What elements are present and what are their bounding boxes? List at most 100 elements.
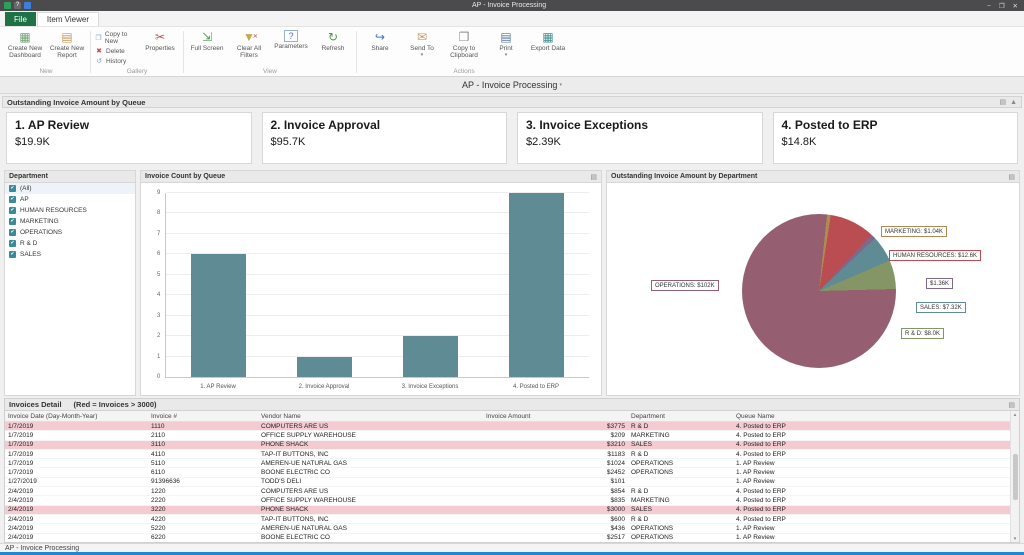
table-cell: 6110 — [148, 469, 258, 476]
filter-item-label: SALES — [20, 251, 41, 258]
card-posted-to-erp[interactable]: 4. Posted to ERP $14.8K — [773, 112, 1019, 164]
table-row[interactable]: 1/7/20191110COMPUTERS ARE US$3775R & D4.… — [5, 422, 1019, 431]
grid-vertical-scrollbar[interactable]: ▲ ▼ — [1010, 411, 1019, 542]
minimize-button[interactable]: – — [987, 2, 991, 9]
y-axis-tick: 3 — [157, 313, 160, 319]
button-label: Parameters — [274, 43, 308, 50]
bar-slot — [483, 193, 589, 377]
table-cell: 4. Posted to ERP — [733, 488, 1019, 495]
card-invoice-approval[interactable]: 2. Invoice Approval $95.7K — [262, 112, 508, 164]
bar-3-invoice-exceptions[interactable] — [403, 336, 458, 377]
checkbox-icon[interactable]: ✔ — [9, 207, 16, 214]
table-cell: AMEREN-UE NATURAL GAS — [258, 525, 483, 532]
table-cell: 2110 — [148, 432, 258, 439]
table-cell: $1024 — [483, 460, 628, 467]
full-screen-button[interactable]: ⇲ Full Screen — [186, 28, 228, 67]
print-button[interactable]: ▤ Print ▾ — [485, 28, 527, 67]
properties-button[interactable]: ✂ Properties — [139, 28, 181, 67]
table-row[interactable]: 2/4/20192220OFFICE SUPPLY WAREHOUSE$835M… — [5, 496, 1019, 505]
scroll-down-icon[interactable]: ▼ — [1013, 536, 1017, 541]
table-cell: 2/4/2019 — [5, 488, 148, 495]
pie-label-sales: SALES: $7.32K — [916, 302, 966, 313]
table-row[interactable]: 1/7/20194110TAP-IT BUTTONS, INC$1183R & … — [5, 450, 1019, 459]
invoices-detail-panel: Invoices Detail (Red = Invoices > 3000) … — [4, 398, 1020, 543]
table-row[interactable]: 1/7/20192110OFFICE SUPPLY WAREHOUSE$209M… — [5, 431, 1019, 440]
refresh-button[interactable]: ↻ Refresh — [312, 28, 354, 67]
filter-item-human-resources[interactable]: ✔HUMAN RESOURCES — [5, 205, 135, 216]
tab-item-viewer[interactable]: Item Viewer — [37, 12, 99, 26]
filter-item-sales[interactable]: ✔ SALES — [5, 249, 135, 260]
table-cell: OFFICE SUPPLY WAREHOUSE — [258, 432, 483, 439]
table-row[interactable]: 2/4/20195220AMEREN-UE NATURAL GAS$436OPE… — [5, 524, 1019, 533]
copy-to-new-button[interactable]: ❐ Copy to New — [93, 31, 139, 45]
history-button[interactable]: ↺ History — [93, 57, 139, 65]
close-button[interactable]: ✕ — [1013, 2, 1018, 10]
filter-item-ap[interactable]: ✔AP — [5, 194, 135, 205]
table-cell: 6220 — [148, 534, 258, 541]
table-cell: 2220 — [148, 497, 258, 504]
dashboard-selector-caret-icon[interactable]: ▾ — [559, 82, 562, 88]
checkbox-icon[interactable]: ✔ — [9, 251, 16, 258]
scroll-up-icon[interactable]: ▲ — [1013, 412, 1017, 417]
maximize-button[interactable]: ❐ — [999, 2, 1005, 10]
table-row[interactable]: 2/4/20194220TAP-IT BUTTONS, INC$600R & D… — [5, 515, 1019, 524]
bar-4-posted-to-erp[interactable] — [509, 193, 564, 377]
delete-icon: ✖ — [95, 47, 103, 55]
column-header-invoice[interactable]: Invoice # — [148, 413, 258, 420]
filter-item-all[interactable]: ✔(All) — [5, 183, 135, 194]
create-new-report-button[interactable]: ▤ Create New Report — [46, 28, 88, 67]
table-cell: 4110 — [148, 451, 258, 458]
tab-file[interactable]: File — [5, 12, 36, 26]
table-row[interactable]: 2/4/20191220COMPUTERS ARE US$854R & D4. … — [5, 487, 1019, 496]
parameters-button[interactable]: ? Parameters — [270, 28, 312, 67]
bar-2-invoice-approval[interactable] — [297, 357, 352, 377]
table-row[interactable]: 2/4/20196220BOONE ELECTRIC CO$2517OPERAT… — [5, 534, 1019, 543]
filter-item-r-d[interactable]: ✔R & D — [5, 238, 135, 249]
column-header-department[interactable]: Department — [628, 413, 733, 420]
export-to-icon[interactable]: ▤ — [1008, 173, 1015, 181]
send-to-button[interactable]: ✉ Send To ▾ — [401, 28, 443, 67]
create-new-dashboard-button[interactable]: ▦ Create New Dashboard — [4, 28, 46, 67]
filter-item-marketing[interactable]: ✔MARKETING — [5, 216, 135, 227]
filter-item-operations[interactable]: ✔OPERATIONS — [5, 227, 135, 238]
export-to-icon[interactable]: ▤ — [1008, 401, 1015, 409]
column-header-vendor-name[interactable]: Vendor Name — [258, 413, 483, 420]
card-title: 4. Posted to ERP — [782, 118, 1010, 132]
table-row[interactable]: 1/7/20195110AMEREN-UE NATURAL GAS$1024OP… — [5, 459, 1019, 468]
table-row[interactable]: 1/7/20196110BOONE ELECTRIC CO$2452OPERAT… — [5, 468, 1019, 477]
card-invoice-exceptions[interactable]: 3. Invoice Exceptions $2.39K — [517, 112, 763, 164]
share-button[interactable]: ↪ Share — [359, 28, 401, 67]
table-cell: MARKETING — [628, 432, 733, 439]
table-row[interactable]: 1/7/20193110PHONE SHACK$3210SALES4. Post… — [5, 441, 1019, 450]
maximize-panel-icon[interactable]: ▲ — [1010, 99, 1017, 106]
table-cell: $1183 — [483, 451, 628, 458]
invoice-count-panel: Invoice Count by Queue ▤ 0123456789 1. A… — [140, 170, 602, 396]
table-cell: $3210 — [483, 441, 628, 448]
checkbox-icon[interactable]: ✔ — [9, 196, 16, 203]
table-row[interactable]: 2/4/20193220PHONE SHACK$3000SALES4. Post… — [5, 506, 1019, 515]
checkbox-icon[interactable]: ✔ — [9, 185, 16, 192]
scrollbar-thumb[interactable] — [1013, 454, 1018, 500]
pie-chart[interactable] — [742, 214, 896, 368]
dashboard-title-bar[interactable]: AP - Invoice Processing▾ — [0, 77, 1024, 94]
export-data-button[interactable]: ▦ Export Data — [527, 28, 569, 67]
export-to-icon[interactable]: ▤ — [590, 173, 597, 181]
checkbox-icon[interactable]: ✔ — [9, 240, 16, 247]
table-cell: 4. Posted to ERP — [733, 451, 1019, 458]
column-header-invoice-date-day-month-year[interactable]: Invoice Date (Day-Month-Year) — [5, 413, 148, 420]
column-header-invoice-amount[interactable]: Invoice Amount — [483, 413, 628, 420]
grid-title: Invoices Detail — [9, 400, 62, 409]
clear-all-filters-button[interactable]: ▼✕ Clear All Filters — [228, 28, 270, 67]
checkbox-icon[interactable]: ✔ — [9, 229, 16, 236]
bar-1-ap-review[interactable] — [191, 254, 246, 377]
copy-to-clipboard-button[interactable]: ❐ Copy to Clipboard — [443, 28, 485, 67]
checkbox-icon[interactable]: ✔ — [9, 218, 16, 225]
card-value: $95.7K — [271, 136, 499, 148]
delete-button[interactable]: ✖ Delete — [93, 47, 139, 55]
help-icon[interactable]: ? — [14, 2, 21, 9]
export-to-icon[interactable]: ▤ — [999, 98, 1006, 106]
card-ap-review[interactable]: 1. AP Review $19.9K — [6, 112, 252, 164]
table-cell: $600 — [483, 516, 628, 523]
column-header-queue-name[interactable]: Queue Name — [733, 413, 1019, 420]
table-row[interactable]: 1/27/201991396636TODD'S DELI$1011. AP Re… — [5, 478, 1019, 487]
